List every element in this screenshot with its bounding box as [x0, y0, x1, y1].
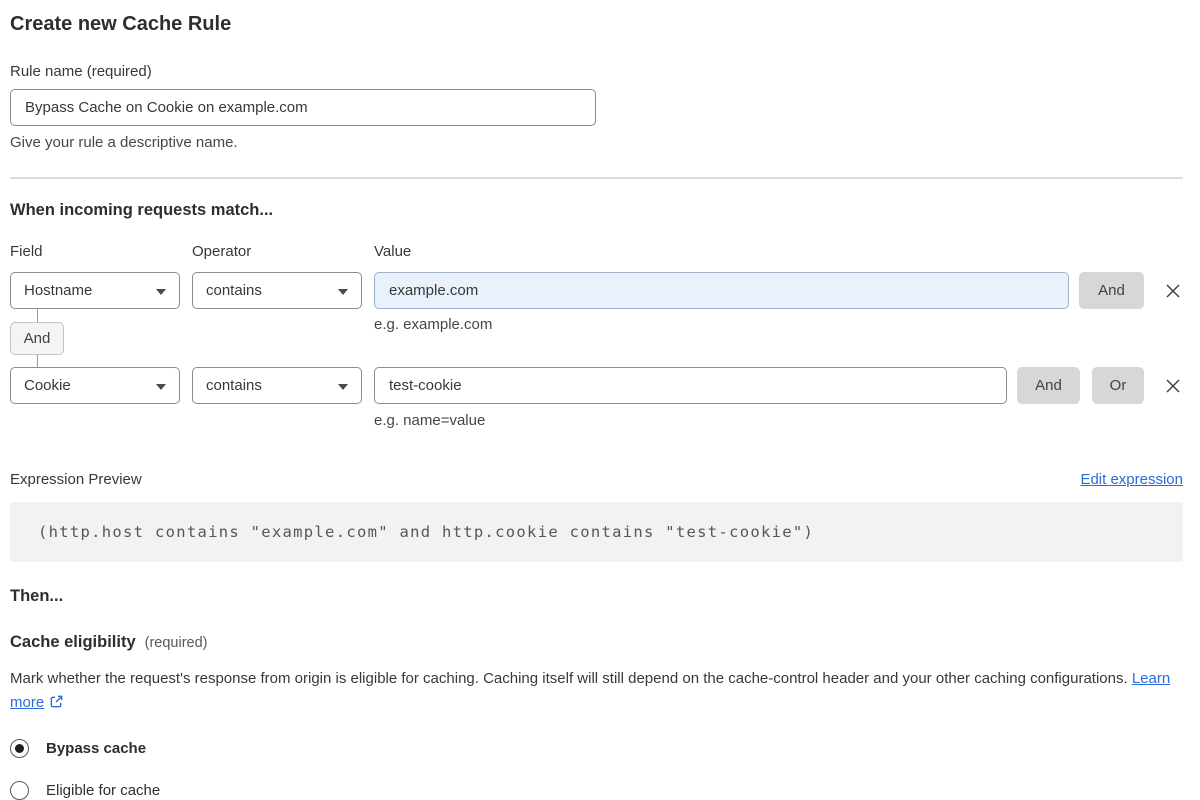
- eligible-for-cache-radio[interactable]: [10, 781, 29, 800]
- and-or-toggle-button[interactable]: And: [10, 322, 64, 355]
- condition-connector-block: e.g. example.com And: [10, 309, 1183, 367]
- description-text: Mark whether the request's response from…: [10, 670, 1128, 687]
- field-select-1-value: Hostname: [24, 282, 93, 299]
- value-hint-1: e.g. example.com: [374, 316, 493, 333]
- remove-condition-button-2[interactable]: [1163, 376, 1183, 396]
- value-input-2[interactable]: [374, 367, 1007, 404]
- remove-condition-button-1[interactable]: [1163, 281, 1183, 301]
- chevron-down-icon: [156, 383, 166, 390]
- close-icon: [1166, 284, 1180, 297]
- add-or-condition-button-2[interactable]: Or: [1092, 367, 1144, 404]
- operator-column-label: Operator: [192, 243, 252, 260]
- add-and-condition-button-1[interactable]: And: [1079, 272, 1144, 309]
- rule-name-input[interactable]: [10, 89, 596, 126]
- expression-preview-label: Expression Preview: [10, 471, 142, 488]
- condition-row-1: Hostname contains And: [10, 272, 1183, 309]
- field-select-2-value: Cookie: [24, 377, 71, 394]
- field-select-2[interactable]: Cookie: [10, 367, 180, 404]
- rule-name-label: Rule name (required): [10, 63, 152, 80]
- then-heading: Then...: [10, 587, 64, 605]
- cache-option-eligible: Eligible for cache: [10, 781, 1183, 800]
- operator-select-1[interactable]: contains: [192, 272, 362, 309]
- chevron-down-icon: [156, 288, 166, 295]
- operator-select-1-value: contains: [206, 282, 262, 299]
- rule-name-helper: Give your rule a descriptive name.: [10, 134, 238, 151]
- match-heading: When incoming requests match...: [10, 201, 274, 219]
- cache-eligibility-heading: Cache eligibility: [10, 633, 136, 651]
- bypass-cache-label[interactable]: Bypass cache: [46, 740, 146, 757]
- chevron-down-icon: [338, 383, 348, 390]
- operator-select-2-value: contains: [206, 377, 262, 394]
- field-column-label: Field: [10, 243, 43, 260]
- edit-expression-link[interactable]: Edit expression: [1080, 471, 1183, 488]
- section-divider: [10, 177, 1183, 179]
- operator-select-2[interactable]: contains: [192, 367, 362, 404]
- eligible-for-cache-label[interactable]: Eligible for cache: [46, 782, 160, 799]
- value-hint-2: e.g. name=value: [374, 412, 486, 429]
- add-and-condition-button-2[interactable]: And: [1017, 367, 1080, 404]
- value-column-label: Value: [374, 243, 412, 260]
- expression-code: (http.host contains "example.com" and ht…: [38, 523, 815, 541]
- connector-line-top: [37, 309, 38, 322]
- page-title: Create new Cache Rule: [10, 13, 232, 35]
- cache-option-bypass: Bypass cache: [10, 739, 1183, 758]
- value-input-1[interactable]: [374, 272, 1069, 309]
- chevron-down-icon: [338, 288, 348, 295]
- cache-eligibility-description: Mark whether the request's response from…: [10, 667, 1176, 715]
- expression-preview-header: Expression Preview Edit expression: [10, 471, 1183, 488]
- required-note: (required): [144, 635, 208, 651]
- create-cache-rule-page: Create new Cache Rule Rule name (require…: [0, 0, 1200, 800]
- connector-line-bottom: [37, 355, 38, 367]
- bypass-cache-radio[interactable]: [10, 739, 29, 758]
- expression-preview-box: (http.host contains "example.com" and ht…: [10, 502, 1183, 562]
- field-select-1[interactable]: Hostname: [10, 272, 180, 309]
- close-icon: [1166, 379, 1180, 392]
- condition-row-2: Cookie contains And Or: [10, 367, 1183, 404]
- condition-column-labels: Field Operator Value: [10, 243, 1183, 260]
- cache-eligibility-heading-row: Cache eligibility (required): [10, 633, 1183, 652]
- external-link-icon: [50, 695, 63, 708]
